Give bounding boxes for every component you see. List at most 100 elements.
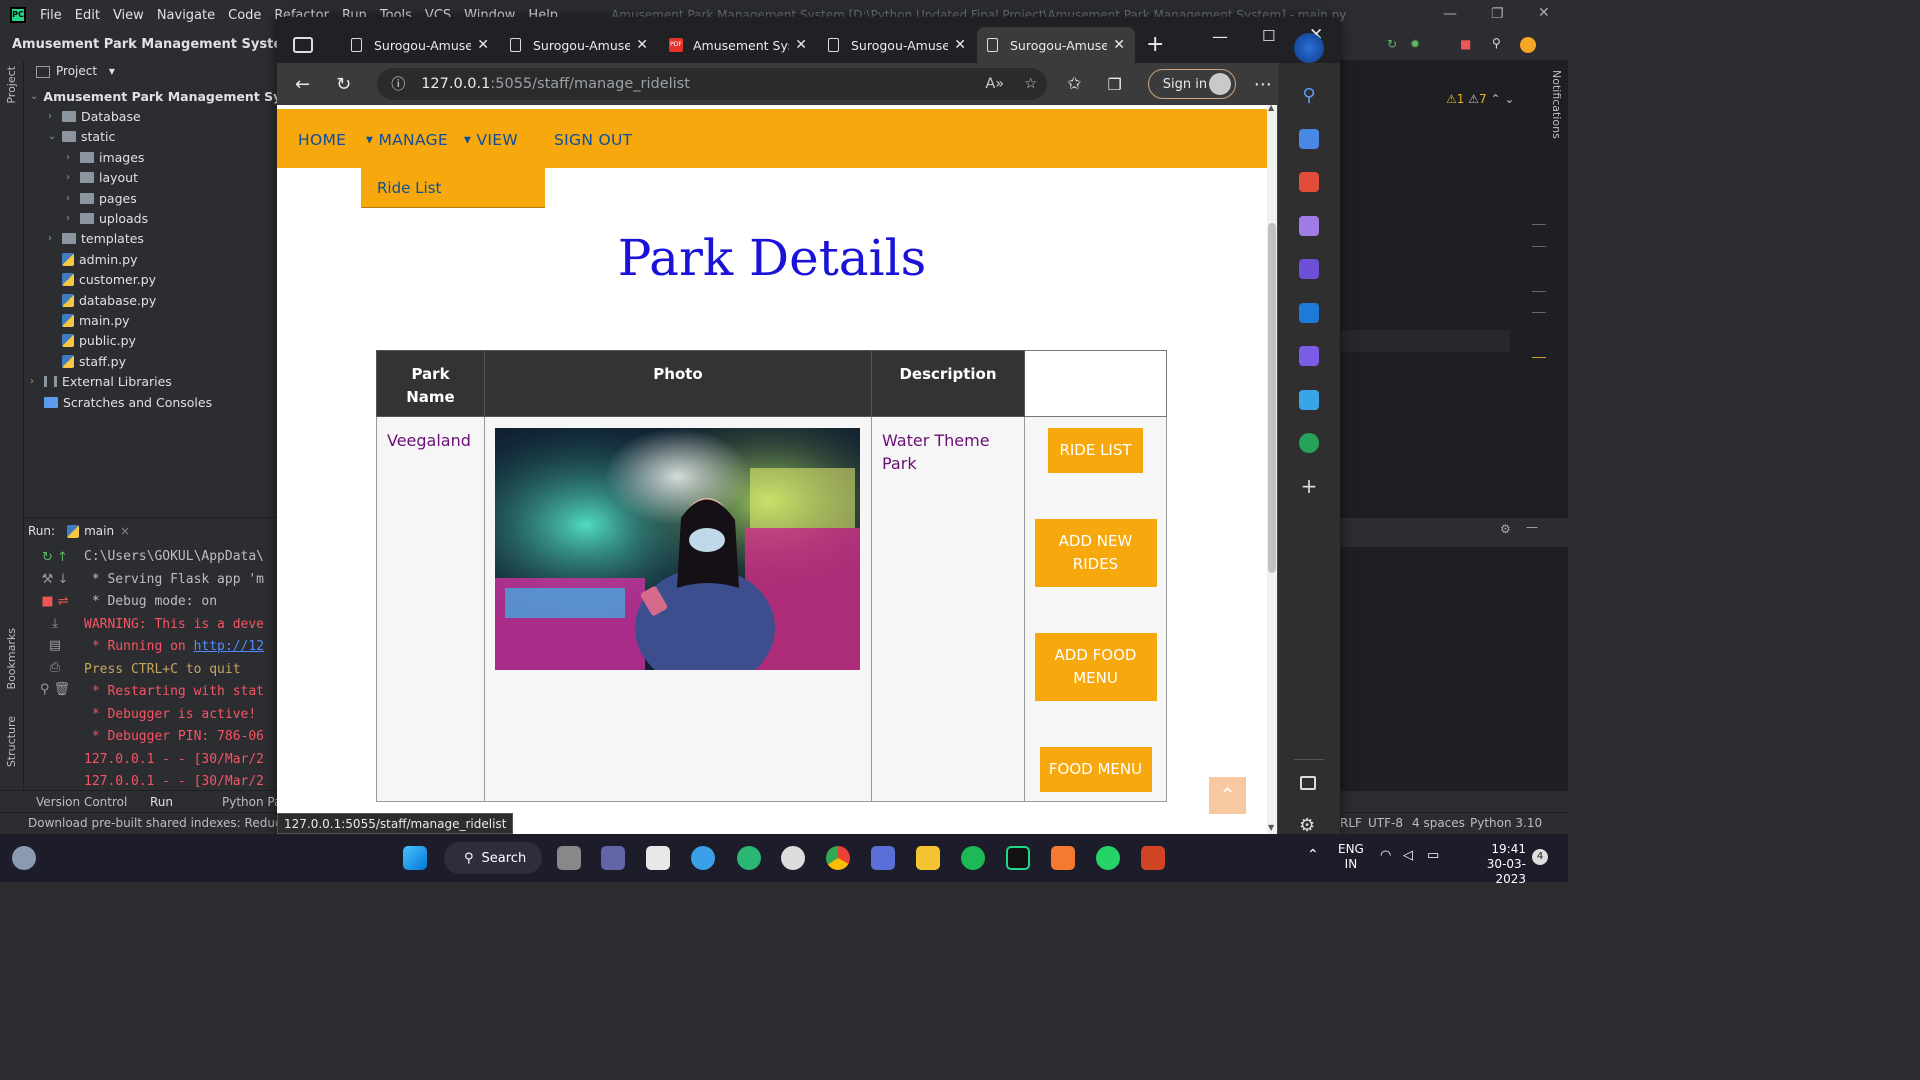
browser-maximize-icon[interactable]: ☐ [1262,27,1275,45]
games-icon[interactable] [1299,215,1319,236]
ide-minimize-icon[interactable]: — [1443,6,1457,22]
address-bar[interactable]: ⓘ 127.0.0.1:5055/staff/manage_ridelist A… [377,68,1048,100]
status-line-ending[interactable]: RLF [1340,816,1362,830]
search-icon[interactable]: ⚲ [1492,36,1501,50]
run-icon[interactable]: ↻ [1387,37,1397,51]
browser-minimize-icon[interactable]: — [1212,27,1228,46]
add-icon[interactable]: + [1299,476,1319,497]
clock[interactable]: 19:41 30-03-2023 [1460,842,1526,887]
tab-run[interactable]: Run [150,795,173,809]
browser-tab[interactable]: Surogou-Amusem ✕ [500,27,658,63]
chevron-right-icon[interactable]: › [48,233,62,244]
stripe-project[interactable]: Project [5,66,18,104]
stop-icon[interactable]: ■ [1460,37,1471,51]
close-tab-icon[interactable]: ✕ [477,37,489,53]
battery-icon[interactable]: ▭ [1427,848,1439,863]
weather-icon[interactable] [12,846,36,870]
task-view-icon[interactable] [557,846,581,870]
back-icon[interactable]: ← [295,74,310,95]
stripe-bookmarks[interactable]: Bookmarks [5,628,18,689]
copilot-icon[interactable] [1294,33,1324,63]
tree-item[interactable]: Scratches and Consoles [24,392,278,412]
close-tab-icon[interactable]: ✕ [1113,37,1125,53]
tree-item[interactable]: › pages [24,188,278,208]
run-console[interactable]: C:\Users\GOKUL\AppData\ * Serving Flask … [84,546,284,794]
close-tab-icon[interactable]: ✕ [795,37,807,53]
chrome-icon[interactable] [826,846,850,870]
browser-tab[interactable]: PDF Amusement Syste ✕ [659,27,817,63]
tree-item[interactable]: › Database [24,106,278,126]
settings-icon[interactable]: ⚙ [1299,815,1315,836]
chevron-right-icon[interactable]: › [30,376,44,387]
start-icon[interactable] [403,846,427,870]
tree-item[interactable]: › templates [24,229,278,249]
chevron-right-icon[interactable]: › [66,152,80,163]
language-indicator[interactable]: ENG IN [1338,842,1364,872]
tree-icon[interactable] [1299,433,1319,453]
tree-item[interactable]: main.py [24,310,278,330]
pycharm-icon[interactable] [1006,846,1030,870]
tree-item[interactable]: staff.py [24,351,278,371]
sign-in-button[interactable]: Sign in [1147,69,1236,99]
tools-icon[interactable] [1299,172,1319,192]
whatsapp-icon[interactable] [1096,846,1120,870]
menu-navigate[interactable]: Navigate [157,8,215,23]
powerpoint-icon[interactable] [1141,846,1165,870]
wifi-icon[interactable]: ◠ [1380,848,1391,863]
tree-item[interactable]: ⌄ static [24,127,278,147]
outlook-icon[interactable] [1299,302,1319,323]
layout-icon[interactable]: ▤ [30,638,80,660]
sidebar-toggle-icon[interactable] [1300,776,1316,790]
console-link[interactable]: http://12 [194,639,264,654]
menu-file[interactable]: File [40,8,62,23]
favorites-icon[interactable]: ✩ [1067,74,1081,94]
scroll-to-top-button[interactable]: ⌃ [1209,777,1246,814]
help-icon[interactable] [691,846,715,870]
status-encoding[interactable]: UTF-8 [1368,816,1403,830]
menu-view[interactable]: View [113,8,144,23]
ide-maximize-icon[interactable]: ❐ [1491,6,1504,22]
tree-item[interactable]: customer.py [24,270,278,290]
notification-badge[interactable]: 4 [1532,849,1548,865]
volume-icon[interactable]: ◁ [1403,848,1413,863]
project-panel-header[interactable]: Project ▾ [36,64,115,78]
file-explorer-icon[interactable] [916,846,940,870]
add-food-menu-button[interactable]: ADD FOOD MENU [1034,633,1157,701]
designer-icon[interactable] [1299,346,1319,366]
ride-list-button[interactable]: RIDE LIST [1048,428,1143,473]
print-icon[interactable]: ⎙ [30,660,80,682]
shopping-icon[interactable] [1299,128,1319,149]
browser-tab[interactable]: Surogou-Amusem ✕ [977,27,1135,63]
tree-item[interactable]: ⌄ Amusement Park Management Syste [24,86,303,106]
chevron-right-icon[interactable]: › [66,213,80,224]
collections-icon[interactable]: ❐ [1107,75,1121,94]
tree-item[interactable]: database.py [24,290,278,310]
menu-code[interactable]: Code [228,8,261,23]
tree-item[interactable]: › images [24,147,278,167]
read-aloud-icon[interactable]: A» [985,76,1004,92]
close-tab-icon[interactable]: ✕ [954,37,966,53]
chevron-right-icon[interactable]: › [66,172,80,183]
food-menu-button[interactable]: FOOD MENU [1039,747,1152,792]
status-interpreter[interactable]: Python 3.10 [1470,816,1542,830]
tree-item[interactable]: › layout [24,168,278,188]
office-icon[interactable] [1299,259,1319,279]
refresh-icon[interactable]: ↻ [336,74,351,95]
tree-item[interactable]: public.py [24,331,278,351]
stop-icon[interactable]: ■ ⇌ [30,594,80,616]
xampp-icon[interactable] [1051,846,1075,870]
update-icon[interactable] [1520,37,1536,53]
nav-home[interactable]: HOME [298,131,346,149]
wrench-icon[interactable]: ⚒ ↓ [30,572,80,594]
more-icon[interactable]: ⋯ [1254,74,1272,95]
chevron-right-icon[interactable]: › [48,111,62,122]
scroll-end-icon[interactable]: ⤓ [30,616,80,638]
dropdown-item-ride-list[interactable]: Ride List [377,179,441,197]
status-message[interactable]: Download pre-built shared indexes: Reduc… [28,816,305,830]
spotify-icon[interactable] [961,846,985,870]
browser-tab[interactable]: Surogou-Amusem ✕ [341,27,499,63]
search-icon[interactable]: ⚲ [1299,85,1319,106]
chevron-right-icon[interactable]: › [66,193,80,204]
add-new-rides-button[interactable]: ADD NEW RIDES [1034,519,1157,587]
add-favorite-icon[interactable]: ☆ [1024,76,1037,92]
